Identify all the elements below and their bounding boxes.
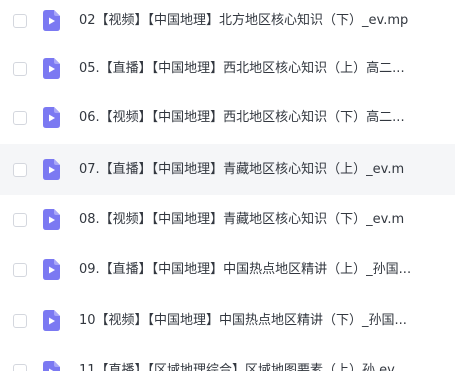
file-row[interactable]: 09.【直播】【中国地理】中国热点地区精讲（上）_孙国...	[0, 244, 455, 295]
file-name[interactable]: 09.【直播】【中国地理】中国热点地区精讲（上）_孙国...	[79, 262, 411, 278]
video-file-icon	[43, 259, 60, 280]
file-name[interactable]: 10【视频】【中国地理】中国热点地区精讲（下）_孙国...	[79, 313, 407, 329]
file-row[interactable]: 08.【视频】【中国地理】青藏地区核心知识（下）_ev.m	[0, 194, 455, 245]
file-name[interactable]: 08.【视频】【中国地理】青藏地区核心知识（下）_ev.m	[79, 212, 404, 228]
file-name[interactable]: 02【视频】【中国地理】北方地区核心知识（下）_ev.mp	[79, 13, 408, 29]
row-checkbox[interactable]	[13, 13, 27, 28]
row-checkbox[interactable]	[13, 364, 27, 371]
video-file-icon	[43, 58, 60, 79]
row-checkbox[interactable]	[13, 110, 27, 125]
video-file-icon	[43, 159, 60, 180]
file-row[interactable]: 11【直播】【区域地理综合】区域地图要素（上）孙 ev	[0, 343, 455, 371]
file-list: 02【视频】【中国地理】北方地区核心知识（下）_ev.mp 05.【直播】【中国…	[0, 0, 455, 371]
file-row[interactable]: 07.【直播】【中国地理】青藏地区核心知识（上）_ev.m	[0, 144, 455, 195]
file-row[interactable]: 06.【视频】【中国地理】西北地区核心知识（下）高二...	[0, 92, 455, 143]
video-file-icon	[43, 10, 60, 31]
video-file-icon	[43, 310, 60, 331]
video-file-icon	[43, 360, 60, 371]
file-name[interactable]: 07.【直播】【中国地理】青藏地区核心知识（上）_ev.m	[79, 162, 404, 178]
file-row[interactable]: 02【视频】【中国地理】北方地区核心知识（下）_ev.mp	[0, 0, 455, 46]
video-file-icon	[43, 209, 60, 230]
row-checkbox[interactable]	[13, 162, 27, 177]
row-checkbox[interactable]	[13, 212, 27, 227]
file-name[interactable]: 06.【视频】【中国地理】西北地区核心知识（下）高二...	[79, 110, 405, 126]
file-row[interactable]: 10【视频】【中国地理】中国热点地区精讲（下）_孙国...	[0, 295, 455, 346]
row-checkbox[interactable]	[13, 313, 27, 328]
row-checkbox[interactable]	[13, 262, 27, 277]
file-name[interactable]: 05.【直播】【中国地理】西北地区核心知识（上）高二...	[79, 61, 405, 77]
file-row[interactable]: 05.【直播】【中国地理】西北地区核心知识（上）高二...	[0, 43, 455, 94]
file-name[interactable]: 11【直播】【区域地理综合】区域地图要素（上）孙 ev	[79, 363, 395, 371]
video-file-icon	[43, 107, 60, 128]
row-checkbox[interactable]	[13, 61, 27, 76]
